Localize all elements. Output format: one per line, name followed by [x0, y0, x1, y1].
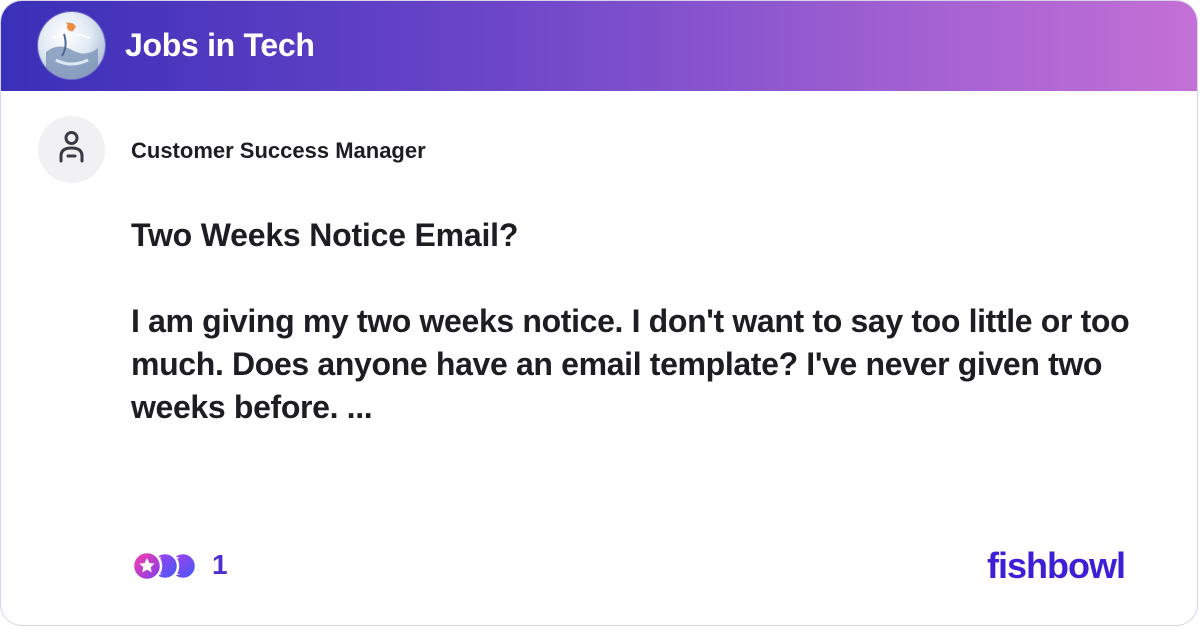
author-avatar	[38, 116, 105, 183]
star-reaction-icon	[131, 550, 163, 582]
bowl-header: Jobs in Tech	[1, 1, 1197, 91]
post-card[interactable]: Jobs in Tech Customer Success Manager Tw…	[0, 0, 1198, 626]
user-icon	[59, 131, 84, 163]
post-title[interactable]: Two Weeks Notice Email?	[131, 213, 518, 257]
post-body[interactable]: I am giving my two weeks notice. I don't…	[131, 300, 1141, 429]
reaction-count[interactable]: 1	[212, 546, 228, 584]
fishbowl-bowl-icon[interactable]	[38, 12, 105, 79]
reaction-icons[interactable]	[131, 549, 201, 583]
fishbowl-logo[interactable]: fishbowl	[987, 543, 1126, 589]
author-name: Customer Success Manager	[131, 138, 426, 163]
bowl-title[interactable]: Jobs in Tech	[125, 23, 315, 67]
